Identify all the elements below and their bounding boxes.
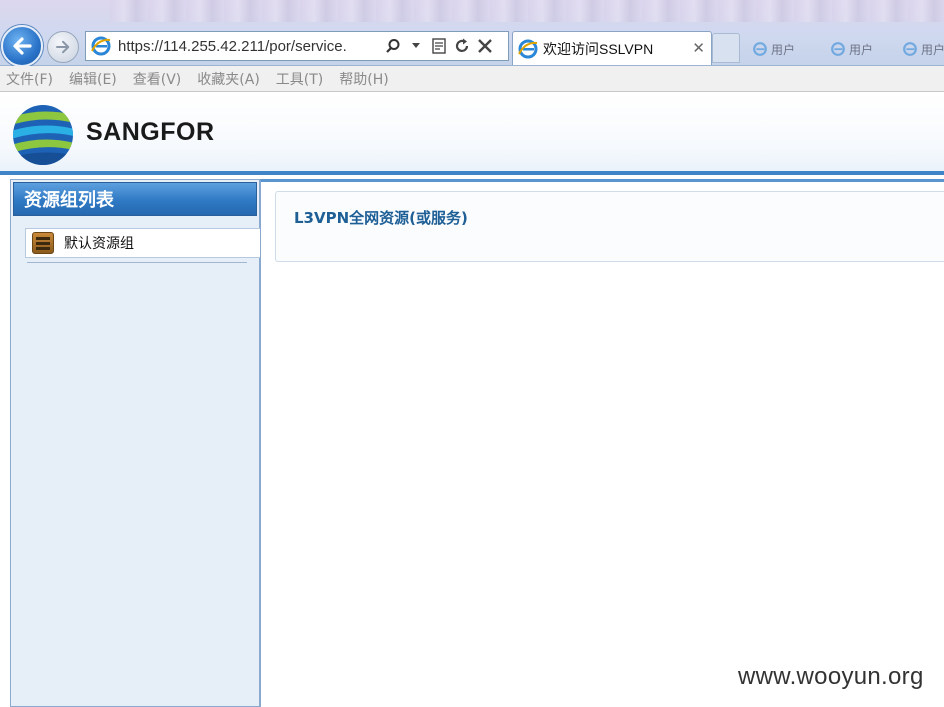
- tab-sslvpn[interactable]: 欢迎访问SSLVPN ✕: [512, 31, 712, 65]
- forward-button[interactable]: [47, 31, 79, 63]
- ie-tab-icon: [517, 38, 539, 60]
- favorite-label: 用户: [849, 42, 874, 57]
- resource-panel: L3VPN全网资源(或服务): [275, 191, 944, 262]
- menu-help[interactable]: 帮助(H): [339, 69, 388, 89]
- close-tab-icon[interactable]: ✕: [692, 39, 705, 57]
- ie-icon: [90, 35, 112, 57]
- sangfor-logo-icon: [13, 105, 73, 165]
- menu-bar: 文件(F) 编辑(E) 查看(V) 收藏夹(A) 工具(T) 帮助(H): [0, 66, 944, 92]
- favorite-item[interactable]: 用户: [752, 36, 822, 62]
- ie-icon: [903, 42, 917, 56]
- ie-icon: [831, 42, 845, 56]
- page-header: SANGFOR: [0, 93, 944, 175]
- favorite-label: 用户: [771, 42, 796, 57]
- search-icon[interactable]: [383, 35, 403, 57]
- browser-chrome: https://114.255.42.211/por/service. 欢迎访问…: [0, 0, 944, 67]
- favorite-item[interactable]: 用户: [830, 36, 900, 62]
- back-button[interactable]: [1, 25, 43, 67]
- sidebar-header: 资源组列表: [13, 182, 257, 216]
- new-tab-button[interactable]: [712, 33, 740, 63]
- menu-favorites[interactable]: 收藏夹(A): [197, 69, 260, 89]
- menu-file[interactable]: 文件(F): [6, 69, 53, 89]
- certificate-icon[interactable]: [429, 35, 449, 57]
- window-titlebar: [110, 0, 944, 22]
- sidebar-item-default-group[interactable]: 默认资源组: [25, 228, 261, 258]
- sidebar-item-label: 默认资源组: [64, 236, 134, 252]
- resource-section-title: L3VPN全网资源(或服务): [294, 209, 468, 227]
- stop-icon[interactable]: [475, 35, 495, 57]
- url-text[interactable]: https://114.255.42.211/por/service.: [118, 38, 380, 55]
- address-bar[interactable]: https://114.255.42.211/por/service.: [85, 31, 509, 61]
- favorite-label: 用户: [921, 42, 944, 57]
- favorite-item[interactable]: 用户: [902, 36, 944, 62]
- arrow-left-icon: [13, 37, 32, 55]
- menu-edit[interactable]: 编辑(E): [69, 69, 117, 89]
- sidebar-title: 资源组列表: [24, 190, 114, 211]
- divider: [27, 262, 247, 263]
- arrow-right-icon: [56, 40, 70, 54]
- tab-title: 欢迎访问SSLVPN: [543, 40, 654, 57]
- menu-tools[interactable]: 工具(T): [276, 69, 323, 89]
- menu-view[interactable]: 查看(V): [133, 69, 182, 89]
- resource-group-icon: [32, 232, 54, 254]
- dropdown-icon[interactable]: [406, 35, 426, 57]
- brand-name: SANGFOR: [86, 118, 215, 146]
- watermark-text: www.wooyun.org: [738, 663, 924, 690]
- ie-icon: [753, 42, 767, 56]
- sidebar: 资源组列表 默认资源组: [10, 179, 261, 707]
- refresh-icon[interactable]: [452, 35, 472, 57]
